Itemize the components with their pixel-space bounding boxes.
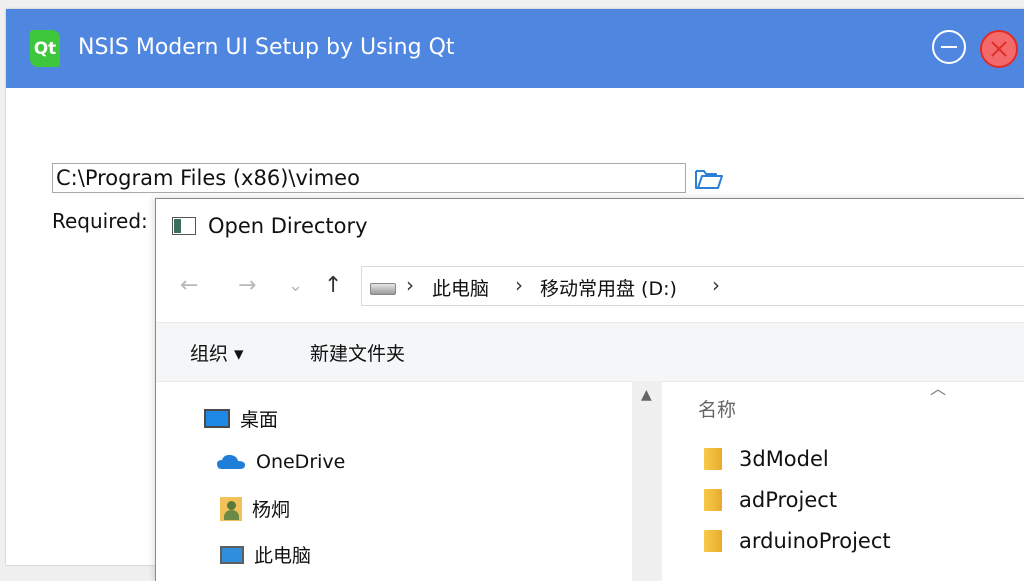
- title-bar: Qt NSIS Modern UI Setup by Using Qt: [6, 9, 1024, 88]
- column-header-name[interactable]: 名称: [698, 395, 736, 422]
- nav-item-label: 此电脑: [254, 545, 312, 567]
- file-name: arduinoProject: [739, 529, 891, 553]
- navigation-scrollbar[interactable]: ▲: [632, 381, 662, 581]
- breadcrumb-separator[interactable]: ›: [406, 273, 414, 297]
- nav-item-user[interactable]: 杨炯: [220, 495, 290, 522]
- navigation-pane: 桌面 OneDrive 杨炯 此电脑: [156, 381, 632, 581]
- user-folder-icon: [220, 496, 242, 521]
- computer-icon: [220, 545, 244, 564]
- list-item[interactable]: 3dModel: [704, 447, 829, 471]
- sort-chevron-icon[interactable]: ︿: [930, 375, 946, 399]
- folder-icon: [704, 489, 722, 511]
- nav-item-label: OneDrive: [256, 451, 346, 473]
- breadcrumb-separator[interactable]: ›: [712, 273, 720, 297]
- recent-locations-chevron-icon[interactable]: ⌄: [288, 275, 303, 296]
- dialog-window-icon: [172, 217, 196, 235]
- file-name: adProject: [739, 488, 838, 512]
- nav-item-this-pc[interactable]: 此电脑: [220, 541, 311, 568]
- cloud-icon: [217, 454, 245, 469]
- breadcrumb-drive-d[interactable]: 移动常用盘 (D:): [540, 274, 677, 301]
- breadcrumb-separator[interactable]: ›: [515, 273, 523, 297]
- nav-item-desktop[interactable]: 桌面: [204, 405, 278, 432]
- install-path-field[interactable]: C:\Program Files (x86)\vimeo: [52, 163, 686, 193]
- list-item[interactable]: adProject: [704, 488, 837, 512]
- dialog-title: Open Directory: [208, 214, 368, 238]
- folder-icon: [704, 448, 722, 470]
- address-bar[interactable]: › 此电脑 › 移动常用盘 (D:) ›: [361, 266, 1024, 306]
- open-directory-dialog: Open Directory ← → ⌄ ↑ › 此电脑 › 移动常用盘 (D:…: [155, 198, 1024, 581]
- required-space-label: Required:: [52, 209, 148, 233]
- folder-icon: [704, 530, 722, 552]
- drive-icon: [370, 283, 396, 295]
- qt-logo-icon: Qt: [30, 30, 60, 67]
- open-folder-icon[interactable]: [694, 166, 724, 192]
- breadcrumb-this-pc[interactable]: 此电脑: [432, 274, 489, 301]
- forward-arrow-icon[interactable]: →: [238, 273, 256, 298]
- organize-menu[interactable]: 组织 ▾: [190, 339, 244, 366]
- file-list-pane: ︿ 名称 3dModel adProject arduinoProject: [664, 379, 1024, 581]
- up-arrow-icon[interactable]: ↑: [324, 273, 342, 298]
- scroll-up-arrow-icon[interactable]: ▲: [641, 387, 652, 403]
- desktop-icon: [204, 409, 230, 428]
- list-item[interactable]: arduinoProject: [704, 529, 891, 553]
- command-bar: 组织 ▾ 新建文件夹: [156, 322, 1024, 382]
- window-title: NSIS Modern UI Setup by Using Qt: [78, 35, 455, 60]
- new-folder-button[interactable]: 新建文件夹: [310, 339, 405, 366]
- minimize-button[interactable]: [932, 30, 966, 64]
- file-name: 3dModel: [739, 447, 829, 471]
- nav-item-label: 桌面: [240, 409, 279, 431]
- nav-item-onedrive[interactable]: OneDrive: [216, 451, 345, 473]
- back-arrow-icon[interactable]: ←: [180, 273, 198, 298]
- nav-item-label: 杨炯: [252, 499, 291, 521]
- close-button[interactable]: [980, 30, 1018, 68]
